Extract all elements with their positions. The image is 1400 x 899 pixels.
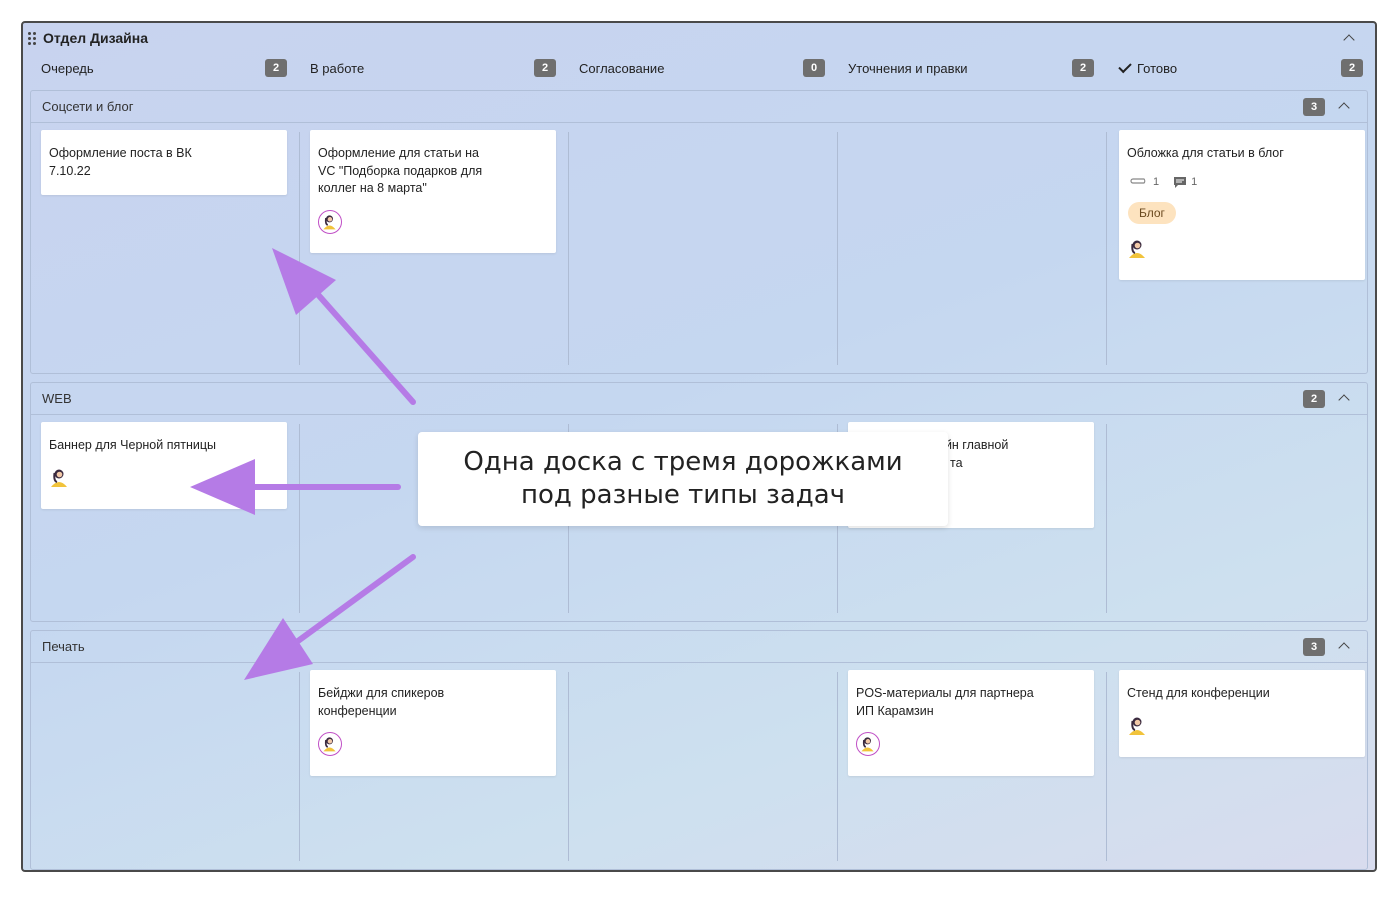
swimlane-title: Печать (42, 639, 85, 654)
card-title-line: Бейджи для спикеров (318, 686, 445, 700)
board-title: Отдел Дизайна (43, 30, 149, 46)
column-divider (299, 424, 300, 613)
tag-badge[interactable]: Блог (1128, 202, 1176, 224)
column-title: Уточнения и правки (848, 60, 968, 76)
board-header: Отдел Дизайна (25, 26, 148, 50)
chevron-up-icon (1338, 394, 1350, 406)
callout-box: Одна доска с тремя дорожками под разные … (418, 432, 948, 526)
chevron-up-icon (1338, 642, 1350, 654)
task-card[interactable]: POS-материалы для партнера ИП Карамзин (848, 670, 1094, 776)
avatar-icon[interactable] (318, 732, 342, 756)
column-count-badge: 2 (534, 59, 556, 77)
column-title: Очередь (41, 60, 94, 76)
column-header-queue: Очередь 2 (41, 57, 287, 79)
avatar-icon[interactable] (856, 732, 880, 756)
swimlane-collapse-button[interactable] (1334, 388, 1354, 408)
card-title: Стенд для конференции (1127, 686, 1270, 700)
column-title: Готово (1137, 60, 1178, 76)
chevron-up-icon (1338, 102, 1350, 114)
task-card[interactable]: Стенд для конференции (1119, 670, 1365, 757)
column-divider (299, 672, 300, 861)
column-divider (1106, 672, 1107, 861)
card-meta: 1 1 (1129, 174, 1197, 192)
column-count-badge: 2 (1072, 59, 1094, 77)
swimlane-header[interactable]: WEB 2 (31, 383, 1367, 415)
swimlane-header[interactable]: Печать 3 (31, 631, 1367, 663)
attachments-count: 1 (1153, 176, 1160, 188)
column-count-badge: 2 (265, 59, 287, 77)
card-title-line: Оформление поста в ВК (49, 146, 192, 160)
avatar-icon[interactable] (1125, 236, 1149, 260)
board-collapse-button[interactable] (1339, 28, 1359, 48)
comment-icon (1174, 177, 1187, 189)
column-divider (837, 672, 838, 861)
chevron-up-icon (1343, 34, 1355, 46)
column-title: В работе (310, 60, 365, 76)
comments-count: 1 (1191, 176, 1198, 188)
card-title-line: Оформление для статьи на (318, 146, 479, 160)
swimlane-collapse-button[interactable] (1334, 96, 1354, 116)
column-header-done: Готово 2 (1117, 57, 1363, 79)
avatar-icon[interactable] (1125, 713, 1149, 737)
card-title-line: VC "Подборка подарков для (318, 163, 483, 178)
task-card[interactable]: Обложка для статьи в блог 1 1 Блог (1119, 130, 1365, 280)
swimlane-count-badge: 3 (1303, 638, 1325, 656)
card-title: Баннер для Черной пятницы (49, 438, 217, 452)
column-count-badge: 0 (803, 59, 825, 77)
task-card[interactable]: Бейджи для спикеров конференции (310, 670, 556, 776)
avatar-icon[interactable] (318, 210, 342, 234)
swimlane-count-badge: 2 (1303, 390, 1325, 408)
swimlane-header[interactable]: Соцсети и блог 3 (31, 91, 1367, 123)
card-title-line: ИП Карамзин (856, 703, 934, 718)
callout-line: Одна доска с тремя дорожками (463, 447, 903, 477)
column-title-wrap: Готово (1117, 59, 1341, 76)
card-title-line: коллег на 8 марта" (318, 181, 427, 195)
column-header-in-progress: В работе 2 (310, 57, 556, 79)
paperclip-icon (1130, 178, 1146, 184)
check-icon (1118, 59, 1132, 73)
task-card[interactable]: Оформление для статьи на VC "Подборка по… (310, 130, 556, 253)
task-card[interactable]: Баннер для Черной пятницы (41, 422, 287, 509)
column-header-revisions: Уточнения и правки 2 (848, 57, 1094, 79)
swimlane-title: Соцсети и блог (42, 99, 134, 114)
card-title-line: POS-материалы для партнера (856, 686, 1034, 700)
swimlane-collapse-button[interactable] (1334, 636, 1354, 656)
column-divider (837, 132, 838, 365)
column-count-badge: 2 (1341, 59, 1363, 77)
card-title-line: 7.10.22 (49, 163, 91, 178)
callout-line: под разные типы задач (520, 480, 846, 510)
swimlane-title: WEB (42, 391, 72, 406)
avatar-icon[interactable] (47, 465, 71, 489)
column-title: Согласование (579, 60, 665, 76)
column-divider (1106, 132, 1107, 365)
drag-handle-icon[interactable] (25, 31, 39, 45)
card-title-line: конференции (318, 703, 397, 718)
column-header-approval: Согласование 0 (579, 57, 825, 79)
column-divider (568, 132, 569, 365)
column-divider (1106, 424, 1107, 613)
column-divider (568, 672, 569, 861)
task-card[interactable]: Оформление поста в ВК 7.10.22 (41, 130, 287, 195)
card-title: Обложка для статьи в блог (1127, 146, 1284, 160)
column-divider (299, 132, 300, 365)
swimlane-count-badge: 3 (1303, 98, 1325, 116)
